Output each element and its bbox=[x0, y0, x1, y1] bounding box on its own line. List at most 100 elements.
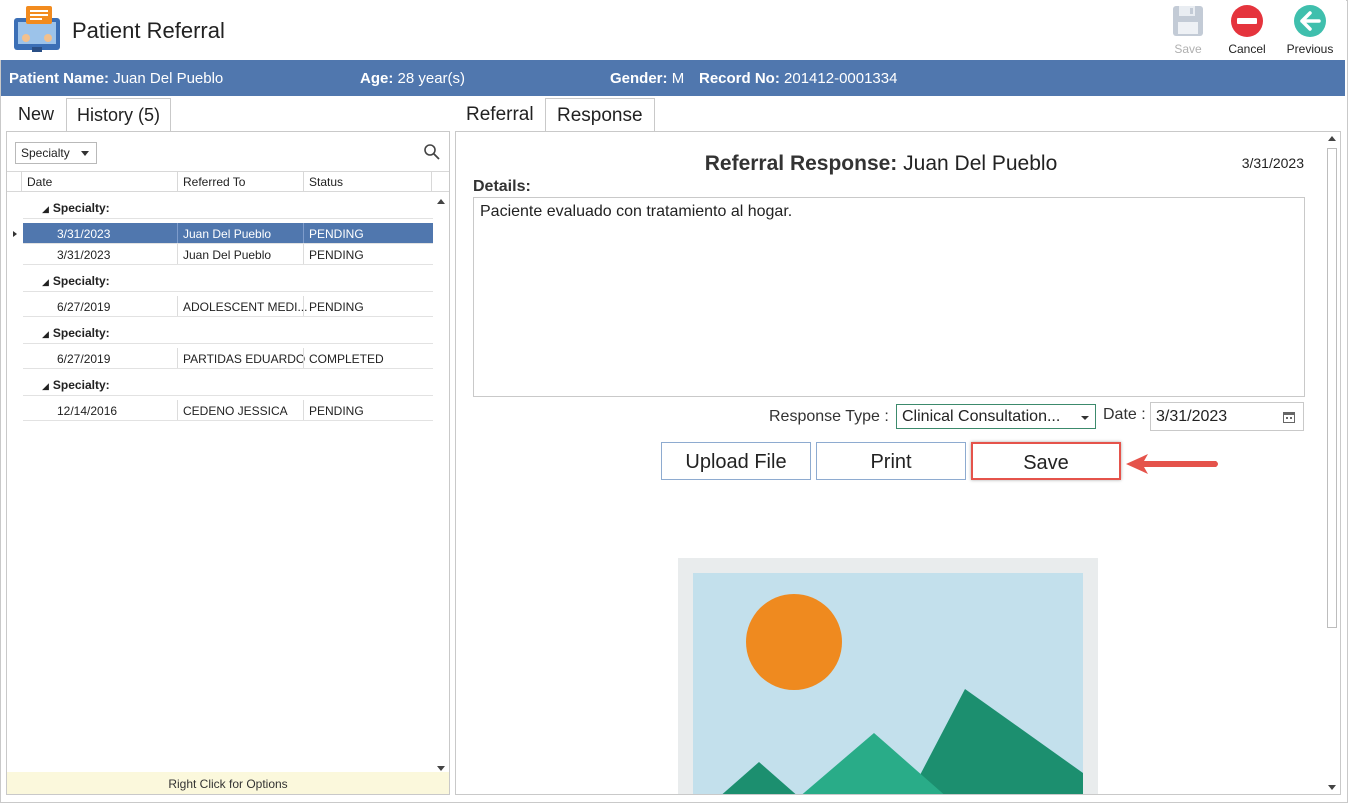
group-header-row[interactable]: ◢ Specialty: bbox=[23, 318, 433, 344]
options-hint: Right Click for Options bbox=[7, 772, 449, 794]
toolbar-save-button[interactable]: Save bbox=[1160, 4, 1216, 58]
scroll-down-icon[interactable] bbox=[437, 766, 445, 771]
cell-date: 3/31/2023 bbox=[57, 248, 111, 262]
response-title-label: Referral Response: bbox=[704, 152, 898, 175]
patient-record-label: Record No: bbox=[699, 70, 780, 87]
date-input-value: 3/31/2023 bbox=[1156, 408, 1228, 425]
table-row[interactable]: 6/27/2019 PARTIDAS EDUARDO COMPLETED bbox=[23, 348, 433, 369]
patient-age-label: Age: bbox=[360, 70, 394, 87]
patient-gender-value: M bbox=[671, 70, 685, 87]
history-scrollbar[interactable] bbox=[433, 193, 449, 775]
toolbar-cancel-label: Cancel bbox=[1228, 42, 1266, 56]
group-label: Specialty: bbox=[52, 274, 110, 288]
table-row-selected[interactable]: 3/31/2023 Juan Del Pueblo PENDING bbox=[23, 223, 433, 244]
cell-status: PENDING bbox=[309, 248, 364, 262]
tab-history-count: (5) bbox=[138, 105, 161, 125]
response-type-dropdown[interactable]: Clinical Consultation... bbox=[896, 404, 1096, 429]
group-header-row[interactable]: ◢ Specialty: bbox=[23, 266, 433, 292]
column-header-status[interactable]: Status bbox=[309, 175, 343, 189]
cell-status: PENDING bbox=[309, 404, 364, 418]
collapse-triangle-icon[interactable]: ◢ bbox=[42, 381, 49, 391]
patient-gender-field: Gender: M bbox=[610, 70, 684, 87]
calendar-icon[interactable] bbox=[1283, 411, 1295, 423]
chevron-down-icon bbox=[1081, 416, 1089, 420]
group-header-row[interactable]: ◢ Specialty: bbox=[23, 193, 433, 219]
patient-age-value: 28 year(s) bbox=[397, 70, 466, 87]
table-row[interactable]: 6/27/2019 ADOLESCENT MEDI... PENDING bbox=[23, 296, 433, 317]
cell-date: 12/14/2016 bbox=[57, 404, 118, 418]
response-type-value: Clinical Consultation... bbox=[902, 408, 1061, 425]
column-header-referred-to[interactable]: Referred To bbox=[183, 175, 245, 189]
details-textarea[interactable]: Paciente evaluado con tratamiento al hog… bbox=[473, 197, 1305, 397]
patient-name-value: Juan Del Pueblo bbox=[113, 70, 224, 87]
row-indicator-icon bbox=[13, 231, 17, 237]
print-button[interactable]: Print bbox=[816, 442, 966, 480]
cell-date: 6/27/2019 bbox=[57, 352, 111, 366]
details-label: Details: bbox=[473, 178, 531, 195]
cell-referred-to: CEDENO JESSICA bbox=[183, 404, 288, 418]
floppy-disk-icon bbox=[1173, 6, 1203, 36]
date-label: Date : bbox=[1103, 406, 1146, 423]
cell-referred-to: Juan Del Pueblo bbox=[183, 248, 272, 262]
group-label: Specialty: bbox=[52, 326, 110, 340]
date-input[interactable]: 3/31/2023 bbox=[1150, 402, 1304, 431]
cancel-icon bbox=[1231, 5, 1263, 37]
toolbar-previous-label: Previous bbox=[1286, 42, 1334, 56]
cell-status: PENDING bbox=[309, 227, 364, 241]
patient-age-field: Age: 28 year(s) bbox=[360, 70, 465, 87]
cell-date: 6/27/2019 bbox=[57, 300, 111, 314]
tab-response[interactable]: Response bbox=[545, 98, 655, 132]
tab-referral[interactable]: Referral bbox=[455, 98, 545, 131]
response-panel: Referral Response: Juan Del Pueblo 3/31/… bbox=[455, 131, 1341, 795]
patient-name-label: Patient Name: bbox=[9, 70, 110, 87]
tab-history-label: History bbox=[77, 105, 134, 125]
cell-status: COMPLETED bbox=[309, 352, 384, 366]
group-header-row[interactable]: ◢ Specialty: bbox=[23, 370, 433, 396]
collapse-triangle-icon[interactable]: ◢ bbox=[42, 204, 49, 214]
upload-file-button[interactable]: Upload File bbox=[661, 442, 811, 480]
scroll-up-icon[interactable] bbox=[437, 199, 445, 204]
patient-record-field: Record No: 201412-0001334 bbox=[699, 70, 897, 87]
group-label: Specialty: bbox=[52, 378, 110, 392]
patient-info-bar: Patient Name: Juan Del Pueblo Age: 28 ye… bbox=[1, 60, 1345, 96]
referral-app-icon bbox=[14, 6, 60, 52]
group-by-dropdown[interactable]: Specialty bbox=[15, 142, 97, 164]
toolbar-save-label: Save bbox=[1174, 42, 1202, 56]
toolbar-previous-button[interactable]: Previous bbox=[1282, 4, 1338, 58]
patient-name-field: Patient Name: Juan Del Pueblo bbox=[9, 70, 223, 87]
column-header-date[interactable]: Date bbox=[27, 175, 52, 189]
group-by-value: Specialty bbox=[21, 146, 70, 160]
collapse-triangle-icon[interactable]: ◢ bbox=[42, 329, 49, 339]
response-type-label: Response Type : bbox=[769, 408, 889, 425]
tab-new[interactable]: New bbox=[8, 98, 64, 131]
scroll-up-icon[interactable] bbox=[1328, 136, 1336, 141]
toolbar-cancel-button[interactable]: Cancel bbox=[1219, 4, 1275, 58]
scroll-down-icon[interactable] bbox=[1328, 785, 1336, 790]
cell-referred-to: ADOLESCENT MEDI... bbox=[183, 300, 308, 314]
patient-record-value: 201412-0001334 bbox=[784, 70, 898, 87]
history-panel: Specialty Date Referred To Status ◢ Speci… bbox=[6, 131, 450, 795]
table-row[interactable]: 12/14/2016 CEDENO JESSICA PENDING bbox=[23, 400, 433, 421]
group-label: Specialty: bbox=[52, 201, 110, 215]
history-grid-header: Date Referred To Status bbox=[7, 171, 449, 192]
table-row[interactable]: 3/31/2023 Juan Del Pueblo PENDING bbox=[23, 244, 433, 265]
response-scrollbar[interactable] bbox=[1324, 132, 1340, 794]
save-button[interactable]: Save bbox=[971, 442, 1121, 480]
tab-history[interactable]: History (5) bbox=[66, 98, 172, 132]
scroll-thumb[interactable] bbox=[1327, 148, 1337, 628]
search-icon[interactable] bbox=[423, 143, 441, 161]
cell-date: 3/31/2023 bbox=[57, 227, 111, 241]
response-date: 3/31/2023 bbox=[1241, 155, 1304, 171]
collapse-triangle-icon[interactable]: ◢ bbox=[42, 277, 49, 287]
app-title: Patient Referral bbox=[72, 18, 225, 43]
app-header: Patient Referral Save Cancel Previous bbox=[0, 0, 1346, 60]
pointer-arrow-icon bbox=[1126, 454, 1218, 474]
chevron-down-icon bbox=[81, 151, 89, 156]
response-title: Referral Response: Juan Del Pueblo bbox=[456, 152, 1306, 176]
cell-referred-to: PARTIDAS EDUARDO bbox=[183, 352, 306, 366]
response-patient-name: Juan Del Pueblo bbox=[903, 152, 1058, 175]
patient-gender-label: Gender: bbox=[610, 70, 668, 87]
image-placeholder-icon bbox=[678, 558, 1098, 794]
cell-referred-to: Juan Del Pueblo bbox=[183, 227, 272, 241]
cell-status: PENDING bbox=[309, 300, 364, 314]
